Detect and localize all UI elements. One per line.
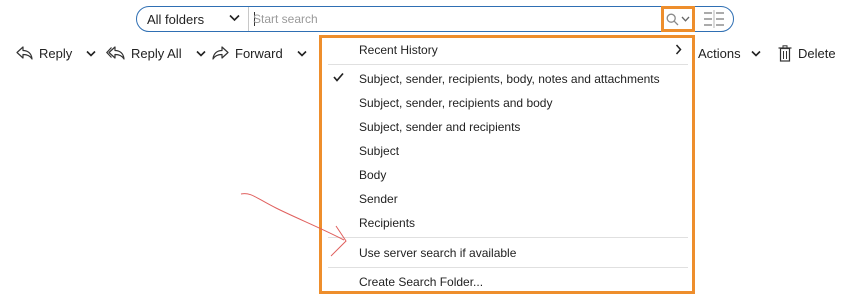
menu-item-subject-sender-recipients[interactable]: Subject, sender and recipients	[322, 115, 692, 139]
trash-icon	[778, 44, 792, 62]
chevron-down-icon	[229, 14, 240, 22]
reply-all-label: Reply All	[131, 45, 182, 61]
menu-item-server-search[interactable]: Use server search if available	[322, 241, 692, 265]
actions-button[interactable]: Actions	[698, 40, 761, 66]
forward-button[interactable]: Forward	[212, 40, 307, 66]
reply-all-icon	[106, 46, 125, 60]
menu-item-label: Sender	[359, 192, 398, 206]
search-icon	[666, 13, 679, 25]
filter-icon[interactable]	[703, 10, 725, 28]
reply-button[interactable]: Reply	[16, 40, 96, 66]
menu-item-subject-sender-recipients-body[interactable]: Subject, sender, recipients and body	[322, 91, 692, 115]
reply-icon	[16, 46, 33, 60]
folder-scope-label: All folders	[147, 11, 205, 27]
menu-item-recent-history[interactable]: Recent History	[322, 38, 692, 62]
menu-item-label: Create Search Folder...	[359, 275, 484, 289]
menu-item-label: Subject, sender and recipients	[359, 120, 521, 134]
menu-item-label: Subject, sender, recipients, body, notes…	[359, 72, 660, 86]
search-input[interactable]	[253, 9, 653, 29]
chevron-down-icon	[297, 50, 307, 57]
menu-separator	[328, 267, 688, 268]
reply-label: Reply	[39, 45, 73, 61]
folder-scope-select[interactable]: All folders	[137, 7, 249, 31]
checkmark-icon	[333, 72, 344, 82]
menu-item-create-search-folder[interactable]: Create Search Folder...	[322, 270, 692, 294]
menu-item-all-fields[interactable]: Subject, sender, recipients, body, notes…	[322, 67, 692, 91]
chevron-right-icon	[675, 44, 682, 55]
annotation-arrow-icon	[240, 193, 347, 257]
menu-item-subject[interactable]: Subject	[322, 139, 692, 163]
menu-item-label: Recipients	[359, 216, 416, 230]
menu-item-label: Subject, sender, recipients and body	[359, 96, 553, 110]
menu-separator	[328, 237, 688, 238]
menu-item-label: Recent History	[359, 43, 438, 57]
menu-item-sender[interactable]: Sender	[322, 187, 692, 211]
menu-separator	[328, 64, 688, 65]
chevron-down-icon	[751, 50, 761, 57]
menu-item-label: Subject	[359, 144, 400, 158]
chevron-down-icon	[196, 50, 206, 57]
chevron-down-icon	[681, 16, 690, 22]
chevron-down-icon	[86, 50, 96, 57]
menu-item-recipients[interactable]: Recipients	[322, 211, 692, 235]
search-scope-menu: Recent History Subject, sender, recipien…	[319, 35, 695, 294]
menu-item-body[interactable]: Body	[322, 163, 692, 187]
forward-icon	[212, 46, 229, 60]
delete-label: Delete	[798, 45, 836, 61]
menu-item-label: Use server search if available	[359, 246, 517, 260]
delete-button[interactable]: Delete	[778, 40, 836, 66]
menu-item-label: Body	[359, 168, 387, 182]
actions-label: Actions	[698, 45, 741, 61]
search-bar: All folders	[136, 6, 734, 32]
forward-label: Forward	[235, 45, 283, 61]
reply-all-button[interactable]: Reply All	[106, 40, 206, 66]
search-options-button[interactable]	[661, 6, 695, 32]
